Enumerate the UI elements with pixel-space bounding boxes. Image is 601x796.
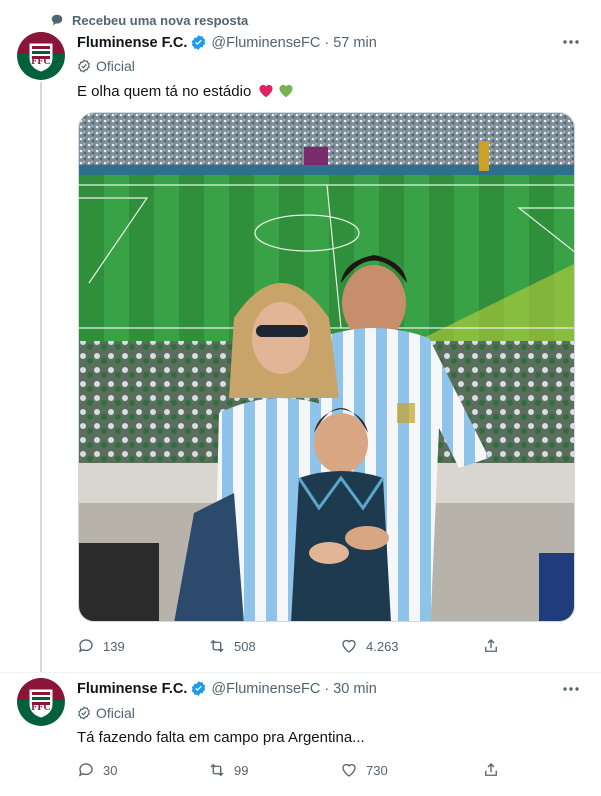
more-options-button[interactable] (561, 679, 581, 699)
retweet-icon (210, 763, 224, 777)
fluminense-crest-icon: FFC (17, 678, 65, 726)
separator-dot: · (324, 680, 330, 697)
stadium-photo (79, 113, 574, 621)
tweet-header: Fluminense F.C. @FluminenseFC · 30 min (77, 680, 377, 697)
reply-count: 30 (103, 762, 118, 778)
separator-dot: · (324, 34, 330, 51)
reply-button[interactable]: 139 (77, 637, 208, 655)
retweet-count: 99 (234, 762, 249, 778)
official-text: Oficial (96, 705, 135, 721)
tweet-actions: 139 508 4.263 (77, 637, 507, 655)
official-check-icon (78, 706, 90, 720)
author-name[interactable]: Fluminense F.C. (77, 35, 187, 51)
tweet[interactable]: FFC Fluminense F.C. @FluminenseFC · 30 m… (0, 673, 601, 796)
more-dots-icon (563, 687, 579, 691)
author-handle[interactable]: @FluminenseFC (211, 681, 320, 697)
more-dots-icon (563, 40, 579, 44)
share-icon (485, 639, 497, 652)
like-button[interactable]: 730 (340, 761, 482, 779)
share-button[interactable] (482, 761, 500, 779)
retweet-count: 508 (234, 638, 256, 654)
tweet-text: E olha quem tá no estádio (77, 82, 295, 100)
author-handle[interactable]: @FluminenseFC (211, 35, 320, 51)
retweet-button[interactable]: 99 (208, 761, 340, 779)
tweet-text-content: E olha quem tá no estádio (77, 83, 252, 100)
tweet[interactable]: FFC Fluminense F.C. @FluminenseFC · 57 m… (0, 0, 601, 672)
tweet-photo[interactable] (78, 112, 575, 622)
retweet-button[interactable]: 508 (208, 637, 340, 655)
heart-icon (342, 763, 356, 777)
timestamp[interactable]: 57 min (333, 35, 377, 51)
verified-badge-icon (192, 35, 206, 50)
official-check-icon (78, 59, 90, 73)
tweet-actions: 30 99 730 (77, 761, 507, 779)
official-text: Oficial (96, 58, 135, 74)
tweet-header: Fluminense F.C. @FluminenseFC · 57 min (77, 34, 377, 51)
svg-text:FFC: FFC (31, 702, 50, 713)
like-button[interactable]: 4.263 (340, 637, 482, 655)
official-label: Oficial (77, 58, 135, 74)
share-button[interactable] (482, 637, 500, 655)
reply-icon (78, 763, 93, 777)
verified-badge-icon (192, 681, 206, 696)
official-label: Oficial (77, 705, 135, 721)
retweet-icon (210, 639, 224, 653)
share-icon (485, 763, 497, 776)
green-heart-icon (279, 84, 294, 98)
svg-text:FFC: FFC (31, 56, 50, 67)
avatar[interactable]: FFC (17, 678, 65, 726)
fluminense-crest-icon: FFC (17, 32, 65, 80)
like-count: 4.263 (366, 638, 399, 654)
red-heart-icon (259, 84, 274, 98)
heart-icon (342, 639, 356, 653)
avatar[interactable]: FFC (17, 32, 65, 80)
reply-button[interactable]: 30 (77, 761, 208, 779)
timestamp[interactable]: 30 min (333, 681, 377, 697)
author-name[interactable]: Fluminense F.C. (77, 681, 187, 697)
reply-icon (78, 639, 93, 653)
reply-count: 139 (103, 638, 125, 654)
tweet-text-content: Tá fazendo falta em campo pra Argentina.… (77, 729, 365, 746)
like-count: 730 (366, 762, 388, 778)
tweet-text: Tá fazendo falta em campo pra Argentina.… (77, 729, 365, 746)
more-options-button[interactable] (561, 32, 581, 52)
